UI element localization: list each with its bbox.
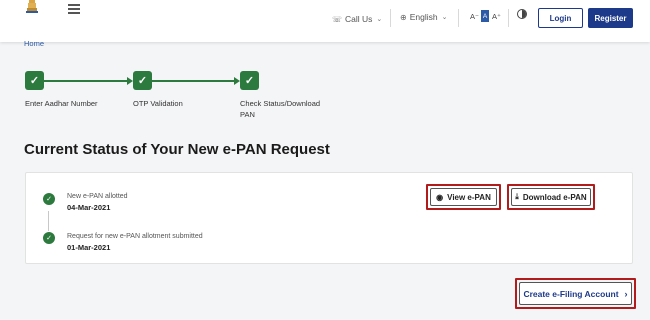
step-3-label: Check Status/Download PAN xyxy=(240,99,321,119)
event-date: 01-Mar-2021 xyxy=(67,243,111,252)
download-icon: ⤓ xyxy=(515,192,519,201)
login-button[interactable]: Login xyxy=(538,8,583,28)
download-epan-button[interactable]: ⤓ Download e-PAN xyxy=(511,188,591,206)
step-2-label: OTP Validation xyxy=(133,99,183,108)
step-1-label: Enter Aadhar Number xyxy=(25,99,98,108)
check-circle-icon: ✓ xyxy=(43,193,55,205)
view-epan-button[interactable]: ◉ View e-PAN xyxy=(430,188,497,206)
register-button[interactable]: Register xyxy=(588,8,633,28)
chevron-right-icon: › xyxy=(624,288,628,299)
chevron-down-icon: ⌄ xyxy=(376,16,383,23)
chevron-down-icon: ⌄ xyxy=(441,14,448,21)
phone-icon: ☏ xyxy=(332,14,343,24)
header-divider xyxy=(390,9,391,27)
top-header: ☏ Call Us ⌄ ⊕ English ⌄ A⁻ A A⁺ Login Re… xyxy=(0,0,650,42)
font-normal-button[interactable]: A xyxy=(481,10,489,22)
step-connector xyxy=(44,80,128,82)
breadcrumb-home[interactable]: Home xyxy=(24,39,44,48)
event-title: New e-PAN allotted xyxy=(67,193,128,200)
font-increase-button[interactable]: A⁺ xyxy=(492,10,501,22)
create-efiling-account-button[interactable]: Create e-Filing Account › xyxy=(519,282,632,305)
step-2-check-icon: ✓ xyxy=(133,71,152,90)
page-title: Current Status of Your New e-PAN Request xyxy=(24,141,330,158)
globe-icon: ⊕ xyxy=(400,12,407,22)
status-card: ✓ ✓ New e-PAN allotted 04-Mar-2021 Reque… xyxy=(25,172,633,264)
download-epan-label: Download e-PAN xyxy=(522,192,587,202)
menu-icon[interactable] xyxy=(68,4,80,14)
call-us-dropdown[interactable]: ☏ Call Us ⌄ xyxy=(332,12,382,26)
font-decrease-button[interactable]: A⁻ xyxy=(470,10,479,22)
call-us-label: Call Us xyxy=(345,14,373,24)
step-3-check-icon: ✓ xyxy=(240,71,259,90)
step-connector xyxy=(152,80,235,82)
national-emblem-icon xyxy=(26,0,38,13)
eye-icon: ◉ xyxy=(436,192,444,202)
language-dropdown[interactable]: ⊕ English ⌄ xyxy=(400,10,447,24)
view-epan-label: View e-PAN xyxy=(447,192,491,202)
header-divider xyxy=(458,9,459,27)
step-1-check-icon: ✓ xyxy=(25,71,44,90)
timeline-connector xyxy=(48,211,49,231)
check-circle-icon: ✓ xyxy=(43,232,55,244)
header-divider xyxy=(508,9,509,27)
create-efiling-label: Create e-Filing Account xyxy=(523,288,619,299)
language-label: English xyxy=(409,12,438,22)
event-title: Request for new e-PAN allotment submitte… xyxy=(67,233,203,240)
contrast-icon[interactable] xyxy=(517,9,527,19)
event-date: 04-Mar-2021 xyxy=(67,203,111,212)
